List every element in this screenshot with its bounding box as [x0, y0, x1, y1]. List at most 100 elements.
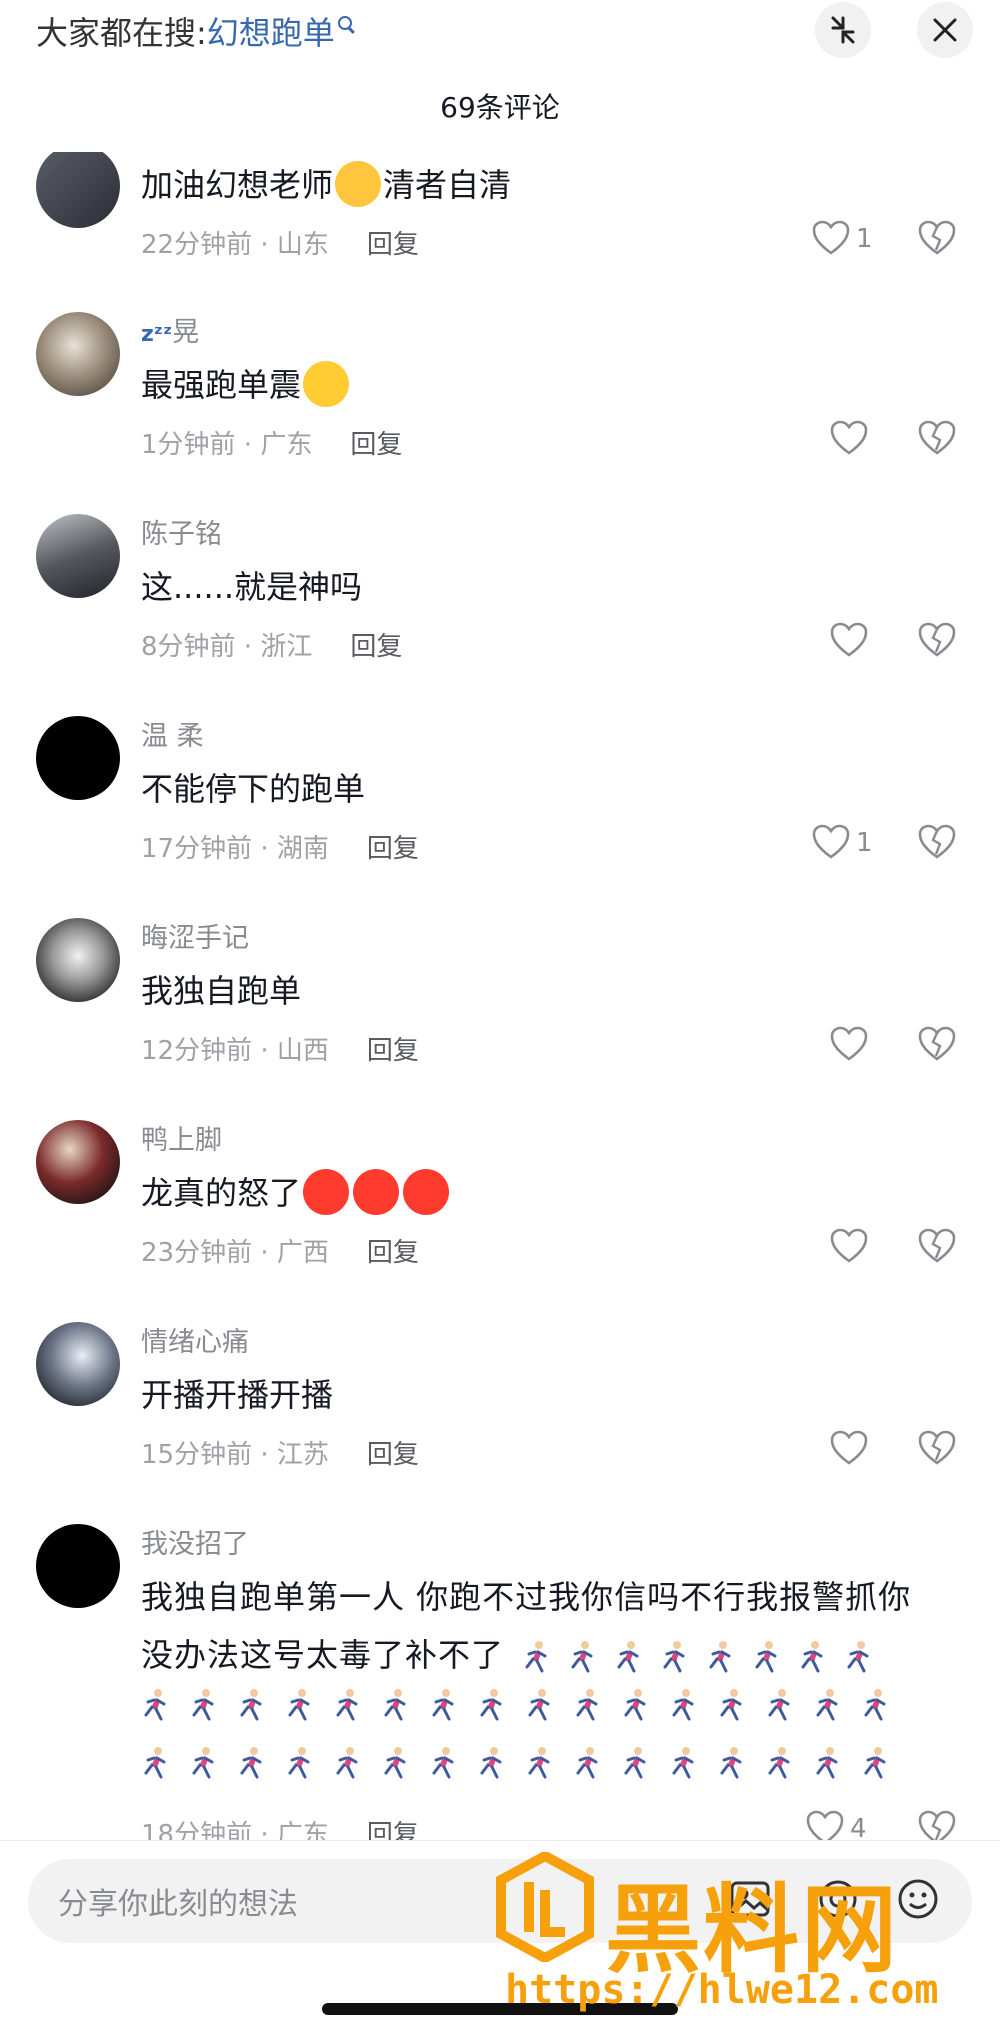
comment-time-location: 15分钟前 · 江苏 — [141, 1440, 329, 1470]
reply-button[interactable]: 回复 — [367, 1434, 419, 1471]
running-person-emoji-icon — [432, 1689, 454, 1721]
running-person-emoji-icon — [141, 1688, 169, 1722]
avatar[interactable] — [36, 1322, 120, 1406]
running-person-emoji-icon — [237, 1688, 265, 1722]
comment-content: 开播开播开播 — [141, 1376, 334, 1414]
collapse-icon — [831, 16, 855, 44]
running-person-emoji-icon — [720, 1689, 742, 1721]
comment-time-location: 17分钟前 · 湖南 — [141, 834, 329, 864]
running-person-emoji-icon — [192, 1747, 214, 1779]
broken-heart-icon[interactable] — [918, 824, 956, 860]
like-button[interactable] — [830, 420, 920, 464]
reply-button[interactable]: 回复 — [367, 828, 419, 865]
running-person-emoji-icon — [477, 1746, 505, 1780]
running-person-emoji-icon — [576, 1689, 598, 1721]
avatar[interactable] — [36, 152, 120, 228]
broken-heart-icon[interactable] — [918, 622, 956, 658]
running-person-emoji-icon — [669, 1746, 697, 1780]
avatar[interactable] — [36, 1524, 120, 1608]
comment-list[interactable]: 加油幻想老师 清者自清 22分钟前 · 山东 回复 1 zᶻᶻ晃 最强跑单震 1分钟… — [0, 152, 1000, 1847]
heart-outline-icon — [812, 824, 850, 859]
running-person-emoji-icon — [621, 1688, 649, 1722]
running-person-emoji-icon — [237, 1746, 265, 1780]
watermark: 黑料网 https://hlwe12.com — [495, 1852, 975, 2027]
running-person-emoji-icon — [709, 1641, 731, 1673]
running-person-emoji-icon — [285, 1688, 313, 1722]
running-person-emoji-icon — [844, 1640, 872, 1674]
comment-meta: 1分钟前 · 广东 回复 — [141, 424, 402, 461]
like-button[interactable] — [830, 1430, 920, 1474]
reply-button[interactable]: 回复 — [367, 1232, 419, 1269]
running-person-emoji-icon — [717, 1688, 745, 1722]
running-person-emoji-icon — [429, 1688, 457, 1722]
comment-meta: 8分钟前 · 浙江 回复 — [141, 626, 402, 663]
close-icon — [933, 18, 957, 42]
running-person-emoji-icon — [429, 1746, 457, 1780]
like-button[interactable]: 1 — [812, 824, 902, 868]
running-person-emoji-icon — [336, 1689, 358, 1721]
broken-heart-icon[interactable] — [918, 220, 956, 256]
running-person-emoji-icon — [765, 1688, 793, 1722]
running-person-emoji-icon — [765, 1746, 793, 1780]
broken-heart-icon[interactable] — [918, 1026, 956, 1062]
comment-content: 没办法这号太毒了补不了 — [141, 1630, 872, 1676]
comment-username: 鸭上脚 — [141, 1125, 222, 1156]
trending-search-label: 大家都在搜: — [36, 14, 207, 52]
broken-heart-icon[interactable] — [918, 420, 956, 456]
avatar[interactable] — [36, 514, 120, 598]
comment-content: 这......就是神吗 — [141, 568, 363, 606]
reply-button[interactable]: 回复 — [367, 224, 419, 261]
angry-face-emoji-icon — [353, 1169, 400, 1215]
reply-button[interactable]: 回复 — [350, 626, 402, 663]
angry-face-emoji-icon — [403, 1169, 450, 1215]
comment-content: 龙真的怒了 — [141, 1168, 451, 1218]
like-count: 1 — [856, 224, 873, 254]
avatar[interactable] — [36, 312, 120, 396]
running-person-emoji-icon — [813, 1688, 841, 1722]
comment-input-placeholder: 分享你此刻的想法 — [58, 1887, 298, 1922]
tears-of-joy-emoji-icon — [303, 361, 350, 407]
emoji-row — [141, 1746, 889, 1780]
comment-time-location: 8分钟前 · 浙江 — [141, 632, 313, 662]
comment-meta: 22分钟前 · 山东 回复 — [141, 224, 419, 261]
running-person-emoji-icon — [189, 1688, 217, 1722]
running-person-emoji-icon — [617, 1641, 639, 1673]
running-person-emoji-icon — [240, 1689, 262, 1721]
reply-button[interactable]: 回复 — [367, 1030, 419, 1067]
avatar[interactable] — [36, 1120, 120, 1204]
like-button[interactable]: 1 — [812, 220, 902, 264]
comment-content: 我独自跑单第一人 你跑不过我你信吗不行我报警抓你 — [141, 1578, 912, 1616]
trending-search-term[interactable]: 幻想跑单 — [207, 14, 335, 52]
running-person-emoji-icon — [522, 1640, 550, 1674]
running-person-emoji-icon — [816, 1747, 838, 1779]
running-person-emoji-icon — [333, 1746, 361, 1780]
close-button[interactable] — [917, 2, 973, 58]
like-button[interactable] — [830, 1026, 920, 1070]
running-person-emoji-icon — [864, 1747, 886, 1779]
running-person-emoji-icon — [621, 1746, 649, 1780]
trending-search[interactable]: 大家都在搜:幻想跑单 — [36, 8, 352, 54]
reply-button[interactable]: 回复 — [350, 424, 402, 461]
like-button[interactable] — [830, 1228, 920, 1272]
broken-heart-icon[interactable] — [918, 1228, 956, 1264]
collapse-button[interactable] — [815, 2, 871, 58]
running-person-emoji-icon — [571, 1641, 593, 1673]
running-person-emoji-icon — [864, 1689, 886, 1721]
running-person-emoji-icon — [576, 1747, 598, 1779]
running-person-emoji-icon — [669, 1688, 697, 1722]
running-person-emoji-icon — [720, 1747, 742, 1779]
running-person-emoji-icon — [573, 1746, 601, 1780]
like-button[interactable] — [830, 622, 920, 666]
top-bar: 大家都在搜:幻想跑单 — [0, 0, 1000, 62]
running-person-emoji-icon — [525, 1746, 553, 1780]
avatar[interactable] — [36, 716, 120, 800]
avatar[interactable] — [36, 918, 120, 1002]
running-person-emoji-icon — [192, 1689, 214, 1721]
running-person-emoji-icon — [861, 1688, 889, 1722]
watermark-url: https://hlwe12.com — [505, 1967, 939, 2013]
comment-username: 温 柔 — [141, 721, 204, 752]
running-person-emoji-icon — [384, 1689, 406, 1721]
running-person-emoji-icon — [798, 1640, 826, 1674]
broken-heart-icon[interactable] — [918, 1430, 956, 1466]
running-person-emoji-icon — [141, 1746, 169, 1780]
